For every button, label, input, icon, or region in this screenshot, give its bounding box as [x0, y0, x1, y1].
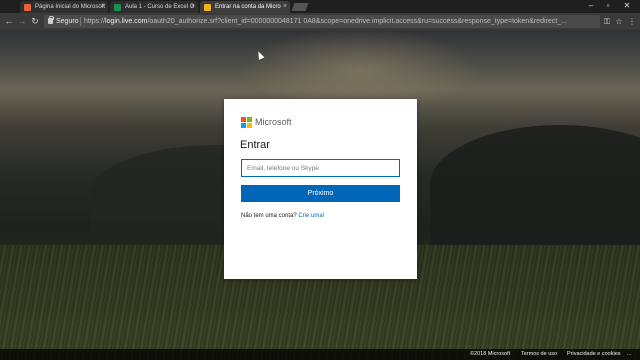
browser-toolbar: ← → ↻ Seguro https://login.live.com/oaut…	[0, 13, 640, 30]
forward-icon[interactable]: →	[16, 15, 28, 28]
divider	[80, 17, 81, 26]
signin-card: Microsoft Entrar Próximo Não tem uma con…	[224, 99, 417, 279]
no-account-text: Não tem uma conta?	[241, 213, 297, 219]
url-path: /oauth20_authorize.srf?client_id=0000000…	[147, 18, 567, 25]
tab-entrar-microsoft[interactable]: Entrar na conta da Micro ×	[200, 1, 290, 13]
minimize-icon[interactable]: –	[584, 0, 598, 12]
browser-tab-strip: Página Inicial do Microsoft × Aula 1 - C…	[0, 0, 640, 13]
key-icon[interactable]: ⚿	[602, 15, 612, 28]
tab-title: Aula 1 - Curso de Excel O	[125, 4, 195, 10]
tab-title: Entrar na conta da Micro	[215, 4, 281, 10]
new-tab-button[interactable]	[291, 3, 309, 11]
url-scheme: https://	[84, 18, 106, 25]
email-field[interactable]	[241, 159, 400, 177]
tab-title: Página Inicial do Microsoft	[35, 4, 106, 10]
address-bar[interactable]: Seguro https://login.live.com/oauth20_au…	[44, 15, 600, 28]
close-window-icon[interactable]: ✕	[620, 0, 634, 12]
restore-icon[interactable]: ▫	[601, 0, 615, 12]
no-account-line: Não tem uma conta? Crie uma!	[241, 212, 324, 221]
close-tab-icon[interactable]: ×	[283, 1, 287, 13]
page-title: Entrar	[240, 139, 270, 151]
back-icon[interactable]: ←	[3, 15, 15, 28]
copyright-text: ©2018 Microsoft	[470, 351, 511, 357]
security-label: Seguro	[56, 18, 79, 25]
create-account-link[interactable]: Crie uma!	[298, 213, 324, 219]
more-options-icon[interactable]: ...	[627, 349, 632, 360]
url-text[interactable]: https://login.live.com/oauth20_authorize…	[84, 15, 596, 28]
next-button[interactable]: Próximo	[241, 185, 400, 202]
page-background: Microsoft Entrar Próximo Não tem uma con…	[0, 30, 640, 360]
office-icon	[24, 4, 31, 11]
microsoft-icon	[204, 4, 211, 11]
url-host: login.live.com	[105, 18, 148, 25]
privacy-link[interactable]: Privacidade e cookies	[567, 349, 621, 360]
page-footer: ©2018 Microsoft Termos de uso Privacidad…	[0, 349, 640, 360]
close-tab-icon[interactable]: ×	[191, 1, 195, 13]
star-icon[interactable]: ☆	[614, 15, 624, 28]
brand-name: Microsoft	[255, 117, 292, 127]
tab-aula-excel[interactable]: Aula 1 - Curso de Excel O ×	[110, 1, 198, 13]
background-hill	[430, 125, 640, 245]
close-tab-icon[interactable]: ×	[101, 1, 105, 13]
excel-icon	[114, 4, 121, 11]
mouse-cursor-icon	[255, 50, 265, 60]
microsoft-logo-icon	[241, 117, 252, 128]
reload-icon[interactable]: ↻	[29, 15, 41, 28]
lock-icon	[48, 16, 54, 24]
menu-icon[interactable]: ⋮	[627, 15, 637, 28]
terms-link[interactable]: Termos de uso	[521, 349, 557, 360]
tab-pagina-inicial[interactable]: Página Inicial do Microsoft ×	[20, 1, 108, 13]
